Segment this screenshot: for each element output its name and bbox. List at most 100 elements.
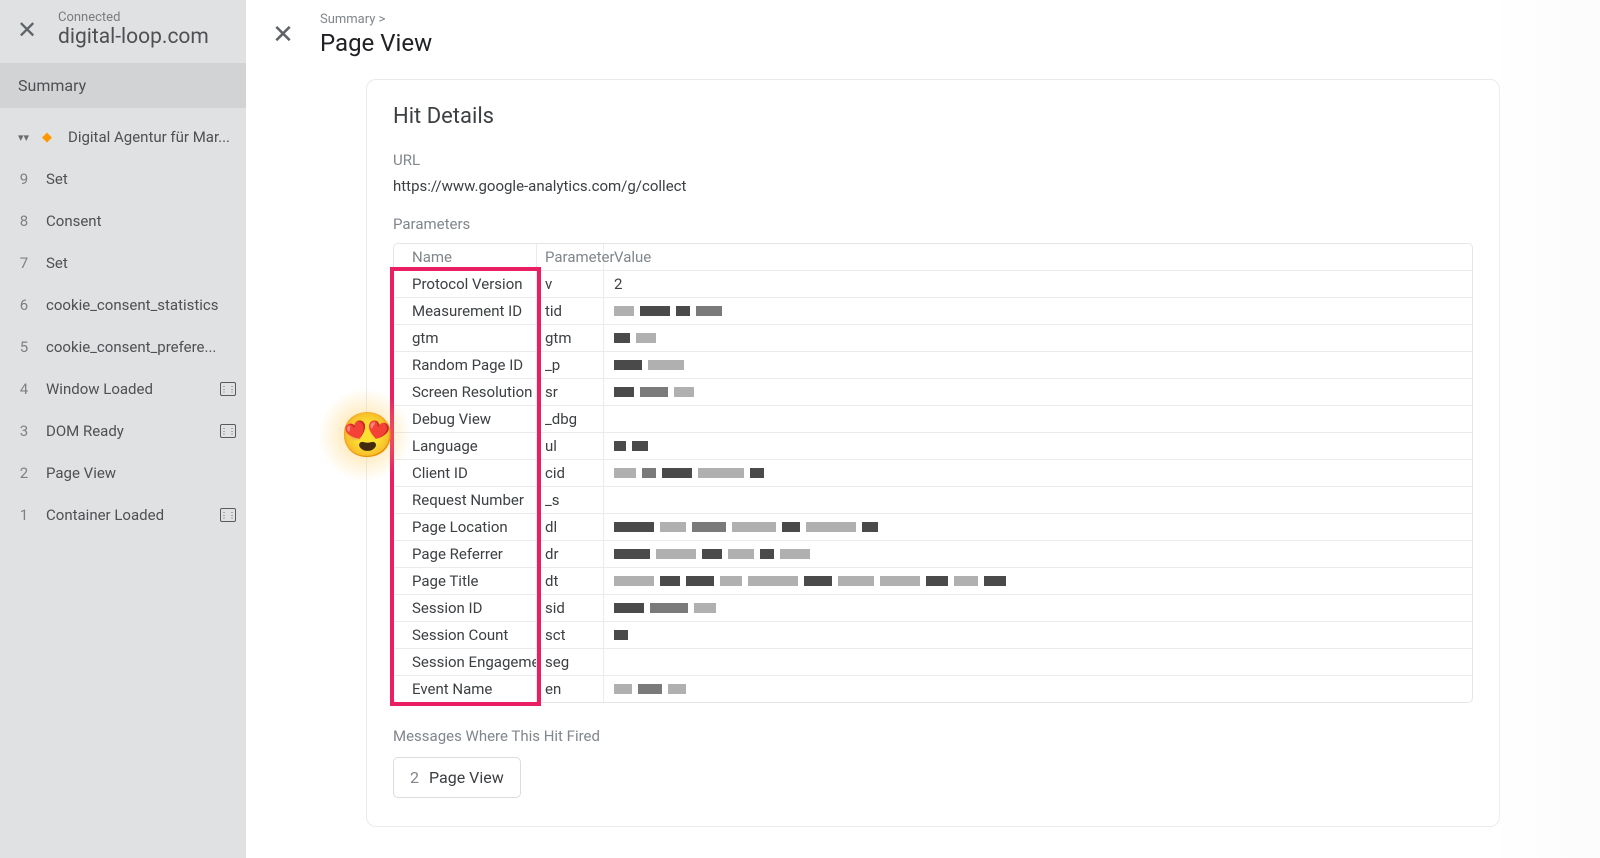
- item-index: 8: [18, 212, 30, 230]
- param-value: [604, 541, 1472, 567]
- redacted-value: [614, 626, 628, 644]
- sidebar-header: ✕ Connected digital-loop.com: [0, 0, 246, 63]
- param-key: v: [537, 271, 604, 297]
- param-name: Protocol Version: [394, 271, 537, 297]
- detail-close-icon[interactable]: ✕: [270, 20, 296, 50]
- sidebar-item[interactable]: 8 Consent: [0, 200, 246, 242]
- api-badge-icon: ⋮⋮: [220, 424, 236, 438]
- col-parameter: Parameter: [537, 244, 604, 270]
- item-index: 6: [18, 296, 30, 314]
- param-key: dr: [537, 541, 604, 567]
- param-name: Page Referrer: [394, 541, 537, 567]
- sidebar-item[interactable]: 4Window Loaded⋮⋮: [0, 368, 246, 410]
- sidebar-item[interactable]: 9 Set: [0, 158, 246, 200]
- table-row: Measurement IDtid: [394, 297, 1472, 324]
- table-row: Page Referrerdr: [394, 540, 1472, 567]
- breadcrumb[interactable]: Summary >: [320, 12, 432, 27]
- param-name: Language: [394, 433, 537, 459]
- table-row: Page Locationdl: [394, 513, 1472, 540]
- page-title: Page View: [320, 29, 432, 57]
- api-badge-icon: ⋮⋮: [220, 508, 236, 522]
- sidebar-item[interactable]: 6 cookie_consent_statistics: [0, 284, 246, 326]
- param-key: seg: [537, 649, 604, 675]
- param-key: tid: [537, 298, 604, 324]
- messages-fired-label: Messages Where This Hit Fired: [393, 727, 1473, 745]
- redacted-value: [614, 545, 810, 563]
- sidebar-item[interactable]: 2Page View: [0, 452, 246, 494]
- table-row: Session Countsct: [394, 621, 1472, 648]
- message-fired-button[interactable]: 2 Page View: [393, 757, 521, 798]
- param-name: Debug View: [394, 406, 537, 432]
- param-name: Screen Resolution: [394, 379, 537, 405]
- param-name: Request Number: [394, 487, 537, 513]
- sidebar-item[interactable]: 5cookie_consent_prefere...: [0, 326, 246, 368]
- param-value: [604, 460, 1472, 486]
- param-value: [604, 325, 1472, 351]
- sidebar-list: ▾◆Digital Agentur für Mar... 9 Set 8 Consent…: [0, 108, 246, 536]
- summary-header[interactable]: Summary: [0, 63, 246, 108]
- param-key: en: [537, 676, 604, 702]
- message-label: Page View: [429, 768, 504, 787]
- param-key: cid: [537, 460, 604, 486]
- param-name: Page Title: [394, 568, 537, 594]
- sidebar-item[interactable]: 1 Container Loaded ⋮⋮: [0, 494, 246, 536]
- table-row: Screen Resolutionsr: [394, 378, 1472, 405]
- param-value: [604, 406, 1472, 432]
- messages-list: 2 Page View: [393, 757, 1473, 798]
- table-row: Random Page ID_p: [394, 351, 1472, 378]
- item-index: 7: [18, 254, 30, 272]
- redacted-value: [614, 572, 1006, 590]
- redacted-value: [614, 302, 722, 320]
- param-name: Measurement ID: [394, 298, 537, 324]
- table-row: Debug View_dbg: [394, 405, 1472, 432]
- param-name: Session ID: [394, 595, 537, 621]
- param-key: gtm: [537, 325, 604, 351]
- param-value: [604, 352, 1472, 378]
- param-name: Client ID: [394, 460, 537, 486]
- sidebar-item-label: Consent: [46, 212, 236, 230]
- param-value: [604, 649, 1472, 675]
- sidebar-item-label: cookie_consent_statistics: [46, 296, 236, 314]
- sidebar-item-label: Set: [46, 170, 236, 188]
- param-name: Random Page ID: [394, 352, 537, 378]
- param-value: [604, 595, 1472, 621]
- parameters-table: Name Parameter Value Protocol Versionv2M…: [393, 243, 1473, 703]
- sidebar-item[interactable]: 3DOM Ready⋮⋮: [0, 410, 246, 452]
- param-value: [604, 379, 1472, 405]
- card-title: Hit Details: [393, 104, 1473, 129]
- param-key: sct: [537, 622, 604, 648]
- param-key: sr: [537, 379, 604, 405]
- col-value: Value: [604, 244, 1472, 270]
- sidebar-item-label: DOM Ready: [46, 422, 198, 440]
- item-index: 1: [18, 506, 30, 524]
- table-row: gtmgtm: [394, 324, 1472, 351]
- hit-details-card: Hit Details URL https://www.google-analy…: [366, 79, 1500, 827]
- param-name: Event Name: [394, 676, 537, 702]
- detail-header: ✕ Summary > Page View: [246, 0, 1600, 65]
- table-row: Session IDsid: [394, 594, 1472, 621]
- connected-domain: digital-loop.com: [58, 25, 232, 49]
- right-fade: [1490, 0, 1600, 858]
- table-row: Session Engagementseg: [394, 648, 1472, 675]
- sidebar-item[interactable]: 7 Set: [0, 242, 246, 284]
- redacted-value: [614, 383, 694, 401]
- message-index: 2: [410, 768, 419, 787]
- item-index: 2: [18, 464, 30, 482]
- param-value: 2: [604, 271, 1472, 297]
- redacted-value: [614, 329, 656, 347]
- sidebar-item-label: Set: [46, 254, 236, 272]
- sidebar-title-wrap: Connected digital-loop.com: [58, 10, 232, 49]
- param-key: dl: [537, 514, 604, 540]
- param-key: ul: [537, 433, 604, 459]
- sidebar-item-label: Container Loaded: [46, 506, 198, 524]
- parameters-label: Parameters: [393, 215, 1473, 233]
- param-key: dt: [537, 568, 604, 594]
- sidebar-close-icon[interactable]: ✕: [14, 16, 40, 44]
- table-row: Client IDcid: [394, 459, 1472, 486]
- sidebar-item[interactable]: ▾◆Digital Agentur für Mar...: [0, 116, 246, 158]
- item-index: 9: [18, 170, 30, 188]
- param-value: [604, 487, 1472, 513]
- param-value: [604, 514, 1472, 540]
- param-name: Session Count: [394, 622, 537, 648]
- redacted-value: [614, 518, 878, 536]
